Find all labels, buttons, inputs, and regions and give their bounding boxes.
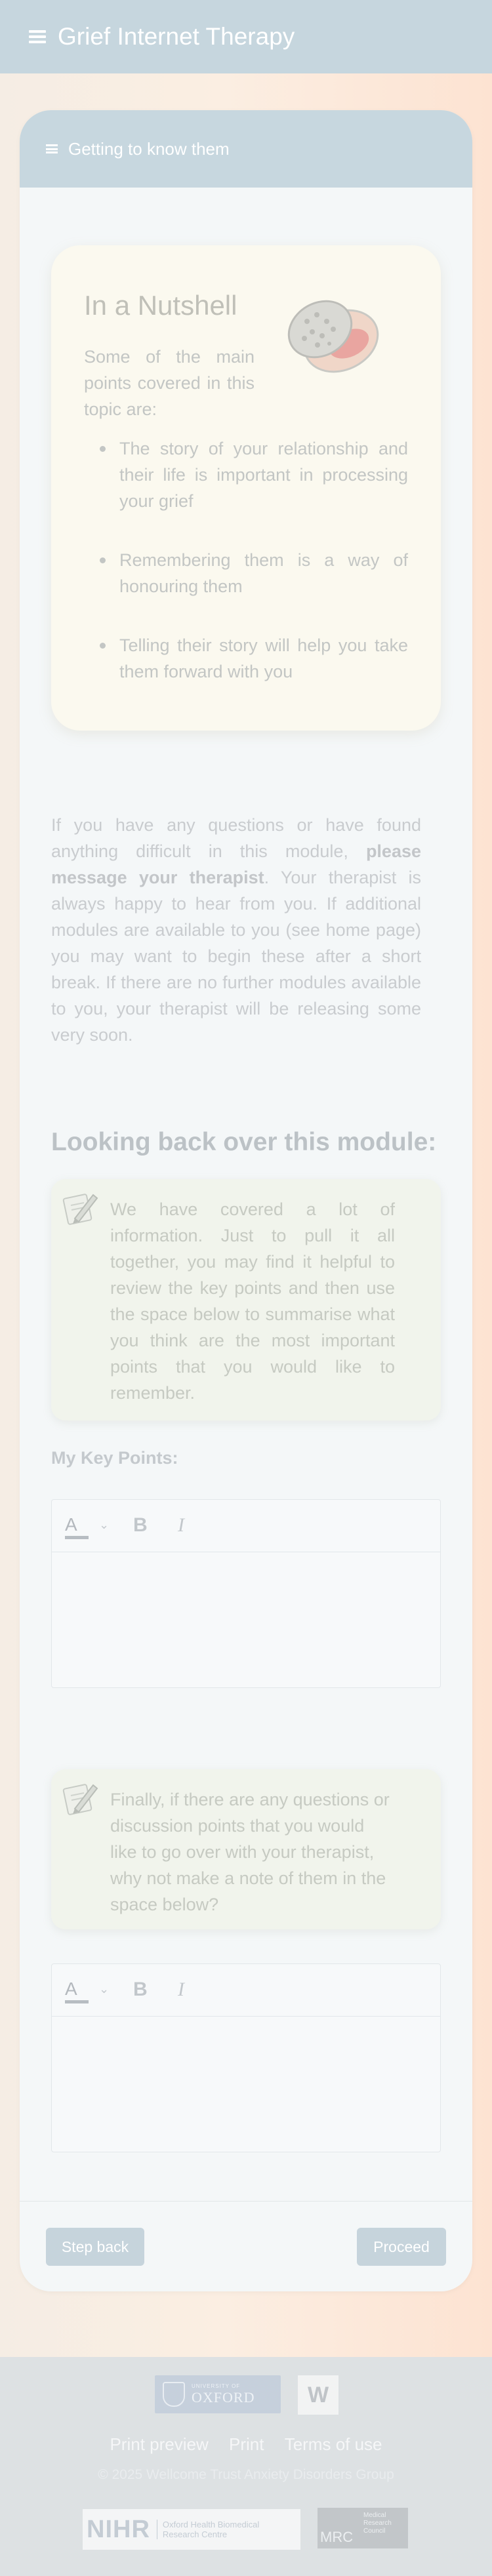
step-back-button[interactable]: Step back xyxy=(46,2228,144,2266)
mrc-sub-line2: Research xyxy=(363,2520,392,2527)
editor-toolbar: A ⌄ B I xyxy=(52,1964,440,2017)
mrc-logo[interactable]: MRC Medical Research Council xyxy=(318,2508,408,2548)
message-therapist-text: If you have any questions or have found … xyxy=(51,812,421,1048)
module-card: Getting to know them In a Nutshell Some … xyxy=(20,110,472,2291)
bold-button[interactable]: B xyxy=(133,1979,148,2001)
pencil-paper-icon xyxy=(62,1784,98,1815)
chevron-down-icon[interactable]: ⌄ xyxy=(99,1518,109,1532)
editor-toolbar: A ⌄ B I xyxy=(52,1500,440,1552)
copyright-text: © 2025 Wellcome Trust Anxiety Disorders … xyxy=(98,2467,394,2482)
nutshell-box: In a Nutshell Some of the main points co… xyxy=(51,245,441,731)
text-color-button[interactable]: A xyxy=(65,1979,89,2003)
review-note-text: We have covered a lot of information. Ju… xyxy=(110,1199,395,1403)
module-nav: Step back Proceed xyxy=(20,2201,472,2291)
nutshell-point: Remembering them is a way of honouring t… xyxy=(84,547,408,599)
oxford-crest-icon xyxy=(163,2382,185,2407)
message-part2: . Your therapist is always happy to hear… xyxy=(51,868,421,1045)
terms-of-use-link[interactable]: Terms of use xyxy=(285,2434,382,2454)
walnut-icon xyxy=(287,300,379,373)
review-note: We have covered a lot of information. Ju… xyxy=(51,1179,441,1420)
site-footer: UNIVERSITY OF OXFORD W Print preview Pri… xyxy=(0,2357,492,2576)
menu-icon[interactable] xyxy=(29,30,46,43)
questions-note: Finally, if there are any questions or d… xyxy=(51,1769,441,1929)
app-header: Grief Internet Therapy xyxy=(0,0,492,73)
nutshell-title: In a Nutshell xyxy=(84,290,237,321)
mrc-sub-line3: Council xyxy=(363,2527,386,2535)
nihr-logo-sub: Oxford Health Biomedical Research Centre xyxy=(156,2520,260,2539)
nutshell-points: The story of your relationship and their… xyxy=(84,435,408,717)
pencil-paper-icon xyxy=(62,1194,98,1225)
proceed-button[interactable]: Proceed xyxy=(357,2228,446,2266)
review-title: Looking back over this module: xyxy=(51,1128,437,1156)
questions-textarea[interactable] xyxy=(52,2017,440,2152)
module-header: Getting to know them xyxy=(20,110,472,188)
key-points-textarea[interactable] xyxy=(52,1552,440,1687)
oxford-logo-text: OXFORD xyxy=(192,2388,255,2405)
key-points-editor[interactable]: A ⌄ B I xyxy=(51,1499,441,1688)
footer-links: Print preview Print Terms of use xyxy=(0,2434,492,2455)
nutshell-intro: Some of the main points covered in this … xyxy=(84,347,255,419)
nihr-logo-text: NIHR xyxy=(87,2515,150,2543)
nihr-sub-line2: Research Centre xyxy=(162,2529,228,2539)
print-link[interactable]: Print xyxy=(229,2434,264,2454)
nutshell-point: Telling their story will help you take t… xyxy=(84,632,408,685)
module-title: Getting to know them xyxy=(68,138,230,159)
wellcome-logo[interactable]: W xyxy=(298,2375,338,2415)
oxford-logo[interactable]: UNIVERSITY OF OXFORD xyxy=(155,2375,281,2413)
nutshell-point: The story of your relationship and their… xyxy=(84,435,408,514)
mrc-logo-text: MRC xyxy=(320,2529,354,2545)
oxford-logo-small: UNIVERSITY OF xyxy=(192,2383,241,2389)
print-preview-link[interactable]: Print preview xyxy=(110,2434,208,2454)
mrc-sub-line1: Medical xyxy=(363,2512,386,2519)
text-color-button[interactable]: A xyxy=(65,1514,89,1539)
questions-note-text: Finally, if there are any questions or d… xyxy=(110,1790,390,1914)
key-points-label: My Key Points: xyxy=(51,1448,178,1468)
italic-button[interactable]: I xyxy=(178,1514,184,1537)
questions-editor[interactable]: A ⌄ B I xyxy=(51,1963,441,2152)
app-title: Grief Internet Therapy xyxy=(58,23,295,50)
italic-button[interactable]: I xyxy=(178,1979,184,2001)
mrc-logo-sub: Medical Research Council xyxy=(363,2512,392,2535)
bold-button[interactable]: B xyxy=(133,1514,148,1537)
module-menu-icon[interactable] xyxy=(46,144,58,153)
chevron-down-icon[interactable]: ⌄ xyxy=(99,1982,109,1996)
nihr-logo[interactable]: NIHR Oxford Health Biomedical Research Ce… xyxy=(83,2509,300,2550)
nihr-sub-line1: Oxford Health Biomedical xyxy=(162,2520,260,2529)
